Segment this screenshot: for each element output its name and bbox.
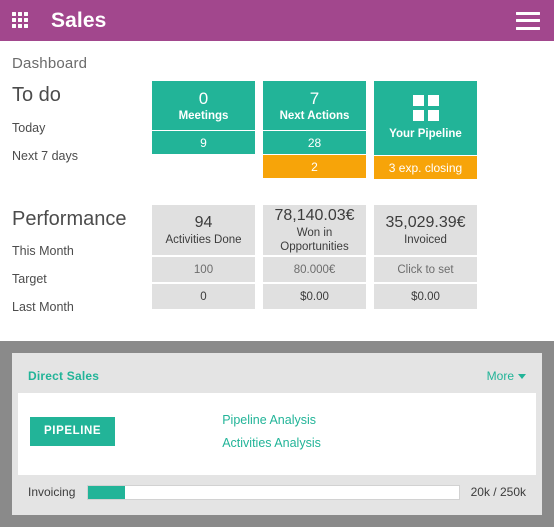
kanban-panel: Direct Sales More PIPELINE Pipeline Anal… — [0, 341, 554, 527]
grid-square — [428, 95, 439, 106]
performance-tile-won-in-opportunities-main[interactable]: 78,140.03€ Won in Opportunities — [263, 205, 366, 255]
performance-tile-invoiced-value: 35,029.39€ — [385, 213, 465, 232]
apps-grid-dot — [24, 24, 28, 28]
performance-tile-invoiced-main[interactable]: 35,029.39€ Invoiced — [374, 205, 477, 255]
todo-tile-your-pipeline-main[interactable]: Your Pipeline — [374, 81, 477, 155]
todo-tile-next-actions-value: 7 — [310, 89, 319, 108]
direct-sales-card-title[interactable]: Direct Sales — [28, 369, 99, 383]
pipeline-button[interactable]: PIPELINE — [30, 417, 115, 446]
invoicing-label: Invoicing — [28, 485, 75, 499]
apps-grid-dot — [12, 24, 16, 28]
todo-tile-your-pipeline-alert[interactable]: 3 exp. closing — [374, 155, 477, 179]
dashboard-body: Dashboard To do Today Next 7 days 0 Meet… — [0, 41, 554, 527]
apps-grid-dot — [24, 18, 28, 22]
performance-tile-invoiced-target[interactable]: Click to set — [374, 255, 477, 282]
performance-tile-invoiced-last-month[interactable]: $0.00 — [374, 282, 477, 309]
app-header: Sales — [0, 0, 554, 41]
todo-tile-next-actions-caption: Next Actions — [280, 109, 350, 123]
direct-sales-card-header: Direct Sales More — [18, 359, 536, 393]
todo-tile-meetings-alert-placeholder — [152, 154, 255, 178]
todo-tile-next-actions-main[interactable]: 7 Next Actions — [263, 81, 366, 130]
performance-tile-activities-done-main[interactable]: 94 Activities Done — [152, 205, 255, 255]
chevron-down-icon — [518, 374, 526, 379]
apps-grid-dot — [18, 12, 22, 16]
hamburger-line — [516, 27, 540, 30]
more-dropdown-button[interactable]: More — [487, 369, 526, 383]
performance-row-label-target: Target — [12, 265, 152, 293]
todo-tile-meetings-caption: Meetings — [179, 109, 229, 123]
todo-tile-meetings: 0 Meetings 9 — [152, 81, 255, 179]
breadcrumb: Dashboard — [0, 41, 554, 72]
link-activities-analysis[interactable]: Activities Analysis — [222, 434, 321, 453]
invoicing-progress-value: 20k / 250k — [471, 485, 526, 499]
todo-tile-meetings-next7[interactable]: 9 — [152, 130, 255, 154]
performance-section: Performance This Month Target Last Month… — [0, 202, 554, 321]
apps-grid-dot — [18, 18, 22, 22]
todo-tile-your-pipeline-caption: Your Pipeline — [389, 127, 462, 141]
todo-tile-meetings-main[interactable]: 0 Meetings — [152, 81, 255, 130]
page-title: Sales — [51, 10, 106, 31]
direct-sales-card: Direct Sales More PIPELINE Pipeline Anal… — [12, 353, 542, 515]
hamburger-line — [516, 19, 540, 22]
apps-grid-dot — [12, 12, 16, 16]
todo-row-label-today: Today — [12, 114, 152, 142]
performance-tile-activities-done-caption: Activities Done — [165, 233, 241, 247]
direct-sales-card-body: PIPELINE Pipeline Analysis Activities An… — [18, 393, 536, 475]
invoicing-progress-fill — [88, 486, 125, 499]
todo-label-column: To do Today Next 7 days — [12, 78, 152, 179]
performance-tile-activities-done: 94 Activities Done 100 0 — [152, 205, 255, 321]
todo-section: To do Today Next 7 days 0 Meetings 9 7 N… — [0, 78, 554, 179]
todo-tile-next-actions-next7[interactable]: 28 — [263, 130, 366, 154]
hamburger-menu-icon[interactable] — [516, 12, 540, 30]
performance-row-label-this-month: This Month — [12, 238, 152, 265]
todo-tile-next-actions: 7 Next Actions 28 2 — [263, 81, 366, 179]
apps-grid-icon[interactable] — [12, 12, 30, 30]
grid-square — [428, 110, 439, 121]
performance-label-column: Performance This Month Target Last Month — [12, 202, 152, 321]
todo-row-label-next7: Next 7 days — [12, 142, 152, 170]
grid-four-squares-icon — [413, 95, 439, 121]
performance-tile-won-in-opportunities-last-month[interactable]: $0.00 — [263, 282, 366, 309]
apps-grid-dot — [12, 18, 16, 22]
performance-tile-invoiced: 35,029.39€ Invoiced Click to set $0.00 — [374, 205, 477, 321]
performance-tile-won-in-opportunities-value: 78,140.03€ — [274, 206, 354, 225]
link-pipeline-analysis[interactable]: Pipeline Analysis — [222, 411, 321, 430]
direct-sales-card-footer: Invoicing 20k / 250k — [18, 475, 536, 509]
performance-row-label-last-month: Last Month — [12, 293, 152, 321]
apps-grid-dot — [18, 24, 22, 28]
more-dropdown-label: More — [487, 369, 514, 383]
performance-tile-invoiced-caption: Invoiced — [404, 233, 447, 247]
performance-tile-activities-done-last-month[interactable]: 0 — [152, 282, 255, 309]
grid-square — [413, 95, 424, 106]
todo-tile-next-actions-alert[interactable]: 2 — [263, 154, 366, 178]
performance-tile-activities-done-value: 94 — [195, 213, 213, 232]
todo-tile-your-pipeline: Your Pipeline 3 exp. closing — [374, 81, 477, 179]
hamburger-line — [516, 12, 540, 15]
performance-tile-won-in-opportunities-target[interactable]: 80.000€ — [263, 255, 366, 282]
performance-title: Performance — [12, 206, 152, 232]
grid-square — [413, 110, 424, 121]
performance-tile-activities-done-target[interactable]: 100 — [152, 255, 255, 282]
todo-tiles: 0 Meetings 9 7 Next Actions 28 2 — [152, 78, 477, 179]
performance-tiles: 94 Activities Done 100 0 78,140.03€ Won … — [152, 202, 477, 321]
todo-tile-meetings-value: 0 — [199, 89, 208, 108]
performance-tile-won-in-opportunities: 78,140.03€ Won in Opportunities 80.000€ … — [263, 205, 366, 321]
invoicing-progress-bar[interactable] — [87, 485, 459, 500]
performance-tile-won-in-opportunities-caption: Won in Opportunities — [263, 226, 366, 254]
apps-grid-dot — [24, 12, 28, 16]
todo-title: To do — [12, 82, 152, 108]
card-links: Pipeline Analysis Activities Analysis — [222, 411, 321, 463]
